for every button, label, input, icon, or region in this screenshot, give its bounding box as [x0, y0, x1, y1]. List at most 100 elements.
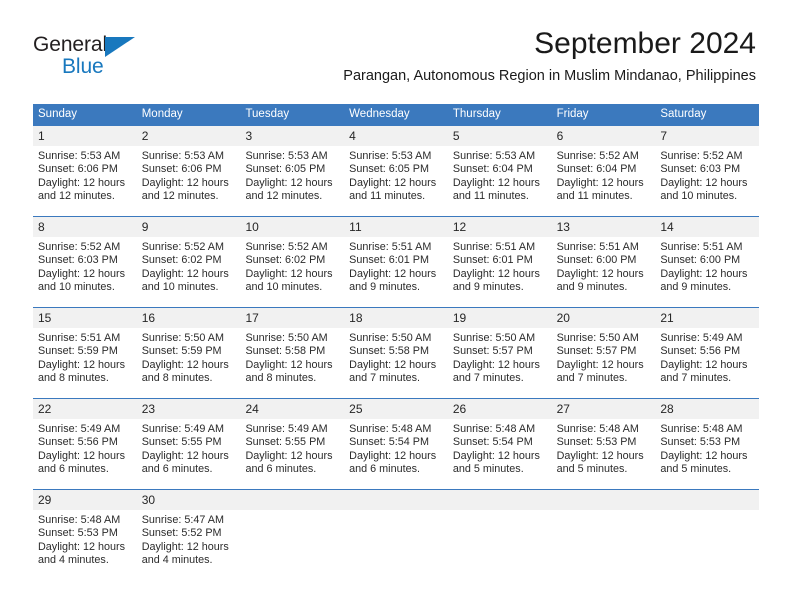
- day-cell[interactable]: Sunrise: 5:52 AM Sunset: 6:03 PM Daylight:…: [33, 237, 137, 307]
- day-cell[interactable]: Sunrise: 5:52 AM Sunset: 6:03 PM Daylight:…: [655, 146, 759, 216]
- day-number[interactable]: 21: [655, 308, 759, 328]
- day-detail-line: Sunrise: 5:53 AM: [141, 150, 224, 162]
- day-detail-line: Daylight: 12 hours: [245, 358, 333, 371]
- day-number[interactable]: 27: [552, 399, 656, 419]
- day-number[interactable]: 3: [240, 126, 344, 146]
- week-daynumber-strip: 1234567: [33, 126, 759, 146]
- day-cell[interactable]: Sunrise: 5:51 AM Sunset: 6:00 PM Daylight:…: [655, 237, 759, 307]
- week-details-strip: Sunrise: 5:52 AM Sunset: 6:03 PM Daylight:…: [33, 237, 759, 307]
- day-detail-line: and 7 minutes.: [660, 372, 732, 385]
- day-cell[interactable]: Sunrise: 5:53 AM Sunset: 6:05 PM Daylight:…: [344, 146, 448, 216]
- day-number[interactable]: 29: [33, 490, 137, 510]
- day-number[interactable]: 18: [344, 308, 448, 328]
- day-detail-line: Sunrise: 5:49 AM: [245, 423, 328, 435]
- day-detail-line: Sunset: 5:53 PM: [660, 436, 741, 449]
- day-detail-line: Daylight: 12 hours: [452, 267, 540, 280]
- day-number[interactable]: 7: [655, 126, 759, 146]
- day-detail-line: Sunset: 6:06 PM: [38, 163, 118, 176]
- day-detail-line: Sunset: 5:58 PM: [349, 345, 429, 358]
- logo-text-general: General: [33, 33, 108, 56]
- day-detail-line: Sunrise: 5:50 AM: [556, 332, 639, 344]
- day-number[interactable]: 22: [33, 399, 137, 419]
- day-cell[interactable]: Sunrise: 5:51 AM Sunset: 6:01 PM Daylight:…: [344, 237, 448, 307]
- weekday-header-tuesday: Tuesday: [245, 108, 290, 120]
- day-cell[interactable]: Sunrise: 5:51 AM Sunset: 6:01 PM Daylight:…: [448, 237, 552, 307]
- day-number[interactable]: 12: [448, 217, 552, 237]
- day-cell-empty: [448, 510, 552, 580]
- day-cell[interactable]: Sunrise: 5:48 AM Sunset: 5:53 PM Daylight:…: [33, 510, 137, 580]
- day-number-empty: [552, 490, 656, 510]
- weekday-header-saturday: Saturday: [660, 108, 707, 120]
- day-detail-line: and 12 minutes.: [141, 190, 219, 203]
- day-number[interactable]: 14: [655, 217, 759, 237]
- day-number-empty: [448, 490, 552, 510]
- day-number[interactable]: 5: [448, 126, 552, 146]
- day-cell[interactable]: Sunrise: 5:48 AM Sunset: 5:54 PM Daylight:…: [448, 419, 552, 489]
- day-detail-line: Daylight: 12 hours: [38, 267, 126, 280]
- day-number[interactable]: 9: [137, 217, 241, 237]
- day-number[interactable]: 16: [137, 308, 241, 328]
- day-detail-line: and 10 minutes.: [38, 281, 115, 294]
- day-cell[interactable]: Sunrise: 5:49 AM Sunset: 5:55 PM Daylight:…: [137, 419, 241, 489]
- day-number[interactable]: 10: [240, 217, 344, 237]
- day-cell[interactable]: Sunrise: 5:49 AM Sunset: 5:56 PM Daylight:…: [655, 328, 759, 398]
- day-cell[interactable]: Sunrise: 5:50 AM Sunset: 5:58 PM Daylight:…: [240, 328, 344, 398]
- day-cell[interactable]: Sunrise: 5:49 AM Sunset: 5:55 PM Daylight:…: [240, 419, 344, 489]
- day-number[interactable]: 1: [33, 126, 137, 146]
- day-cell[interactable]: Sunrise: 5:53 AM Sunset: 6:06 PM Daylight:…: [137, 146, 241, 216]
- day-number[interactable]: 30: [137, 490, 241, 510]
- day-cell[interactable]: Sunrise: 5:50 AM Sunset: 5:58 PM Daylight:…: [344, 328, 448, 398]
- day-cell[interactable]: Sunrise: 5:52 AM Sunset: 6:04 PM Daylight:…: [552, 146, 656, 216]
- day-detail-line: Sunset: 5:59 PM: [141, 345, 222, 358]
- day-cell[interactable]: Sunrise: 5:50 AM Sunset: 5:57 PM Daylight:…: [552, 328, 656, 398]
- day-number[interactable]: 23: [137, 399, 241, 419]
- day-detail-line: Sunset: 5:58 PM: [245, 345, 326, 358]
- day-detail-line: Daylight: 12 hours: [556, 176, 644, 189]
- day-cell[interactable]: Sunrise: 5:53 AM Sunset: 6:06 PM Daylight:…: [33, 146, 137, 216]
- day-detail-line: Sunrise: 5:48 AM: [660, 423, 743, 435]
- day-number[interactable]: 25: [344, 399, 448, 419]
- day-cell[interactable]: Sunrise: 5:52 AM Sunset: 6:02 PM Daylight:…: [137, 237, 241, 307]
- day-detail-line: Sunrise: 5:52 AM: [141, 241, 224, 253]
- day-cell[interactable]: Sunrise: 5:50 AM Sunset: 5:57 PM Daylight:…: [448, 328, 552, 398]
- day-number[interactable]: 28: [655, 399, 759, 419]
- day-number[interactable]: 15: [33, 308, 137, 328]
- day-number[interactable]: 8: [33, 217, 137, 237]
- day-detail-line: Sunrise: 5:53 AM: [349, 150, 432, 162]
- weekday-header-monday: Monday: [141, 108, 183, 120]
- day-detail-line: and 7 minutes.: [556, 372, 628, 385]
- day-cell[interactable]: Sunrise: 5:47 AM Sunset: 5:52 PM Daylight:…: [137, 510, 241, 580]
- day-cell[interactable]: Sunrise: 5:48 AM Sunset: 5:53 PM Daylight:…: [655, 419, 759, 489]
- day-cell[interactable]: Sunrise: 5:53 AM Sunset: 6:04 PM Daylight:…: [448, 146, 552, 216]
- day-detail-line: Daylight: 12 hours: [38, 449, 126, 462]
- day-cell[interactable]: Sunrise: 5:48 AM Sunset: 5:54 PM Daylight:…: [344, 419, 448, 489]
- day-number[interactable]: 17: [240, 308, 344, 328]
- day-number[interactable]: 19: [448, 308, 552, 328]
- day-number[interactable]: 11: [344, 217, 448, 237]
- day-cell[interactable]: Sunrise: 5:49 AM Sunset: 5:56 PM Daylight:…: [33, 419, 137, 489]
- day-number[interactable]: 2: [137, 126, 241, 146]
- day-number[interactable]: 13: [552, 217, 656, 237]
- day-detail-line: Sunrise: 5:53 AM: [452, 150, 536, 162]
- day-number[interactable]: 4: [344, 126, 448, 146]
- day-number[interactable]: 26: [448, 399, 552, 419]
- weekday-header-thursday: Thursday: [452, 108, 501, 120]
- day-cell[interactable]: Sunrise: 5:53 AM Sunset: 6:05 PM Daylight:…: [240, 146, 344, 216]
- day-cell[interactable]: Sunrise: 5:48 AM Sunset: 5:53 PM Daylight:…: [552, 419, 656, 489]
- weekday-header-sunday: Sunday: [38, 108, 78, 120]
- day-cell[interactable]: Sunrise: 5:52 AM Sunset: 6:02 PM Daylight:…: [240, 237, 344, 307]
- day-detail-line: and 5 minutes.: [556, 463, 628, 476]
- day-detail-line: and 12 minutes.: [245, 190, 323, 203]
- day-detail-line: Sunrise: 5:47 AM: [141, 514, 224, 526]
- day-number[interactable]: 24: [240, 399, 344, 419]
- day-cell[interactable]: Sunrise: 5:50 AM Sunset: 5:59 PM Daylight:…: [137, 328, 241, 398]
- day-cell[interactable]: Sunrise: 5:51 AM Sunset: 5:59 PM Daylight:…: [33, 328, 137, 398]
- day-detail-line: Sunset: 5:57 PM: [556, 345, 637, 358]
- day-cell[interactable]: Sunrise: 5:51 AM Sunset: 6:00 PM Daylight:…: [552, 237, 656, 307]
- day-detail-line: Sunrise: 5:50 AM: [245, 332, 328, 344]
- day-number[interactable]: 20: [552, 308, 656, 328]
- day-detail-line: Sunrise: 5:49 AM: [38, 423, 121, 435]
- day-number[interactable]: 6: [552, 126, 656, 146]
- day-detail-line: and 7 minutes.: [452, 372, 524, 385]
- day-number-empty: [344, 490, 448, 510]
